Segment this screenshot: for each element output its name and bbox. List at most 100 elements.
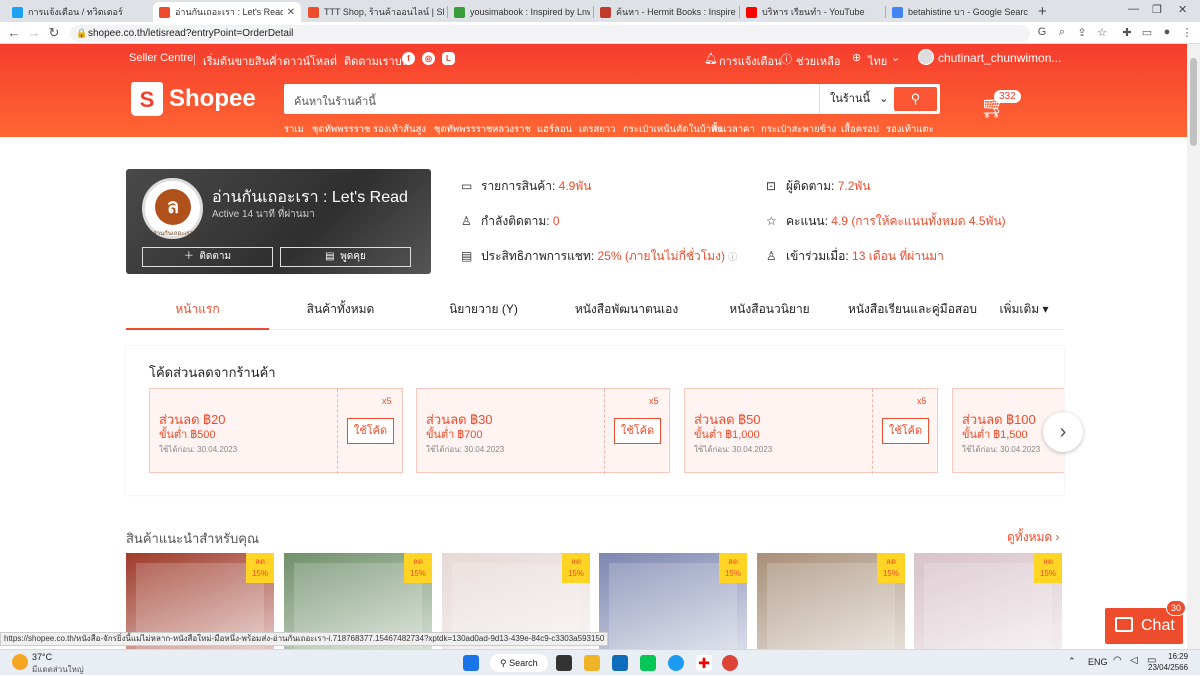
maximize-icon[interactable]: ❐ bbox=[1152, 3, 1162, 16]
browser-tab-yousimabook[interactable]: yousimabook : Inspired by LnwS bbox=[448, 2, 596, 22]
facebook-icon[interactable]: f bbox=[402, 52, 415, 65]
avatar[interactable] bbox=[918, 49, 934, 65]
store-icon: ▭ bbox=[461, 179, 473, 193]
suggestion-link[interactable]: กระเป๋าสะพายข้าง bbox=[761, 122, 836, 137]
shopee-bag-icon: S bbox=[131, 82, 163, 116]
language-selector[interactable]: ไทย bbox=[868, 52, 887, 70]
suggestion-link[interactable]: ลิ้นเวลาคา bbox=[711, 122, 755, 137]
task-view-icon[interactable] bbox=[556, 655, 572, 671]
browser-tab-hermit[interactable]: ค้นหา - Hermit Books : Inspired bbox=[594, 2, 742, 22]
help-icon[interactable]: ⓘ bbox=[781, 51, 792, 67]
edge-icon[interactable] bbox=[668, 655, 684, 671]
volume-icon[interactable]: ◁ bbox=[1130, 655, 1138, 666]
shopee-logo[interactable]: S Shopee bbox=[131, 82, 256, 116]
use-code-button[interactable]: ใช้โค้ด bbox=[882, 418, 929, 444]
clock-time[interactable]: 16:29 bbox=[1168, 652, 1188, 661]
clock-date[interactable]: 23/04/2566 bbox=[1148, 663, 1188, 672]
browser-menu-icon[interactable]: ⋮ bbox=[1180, 26, 1194, 39]
voucher-divider bbox=[337, 389, 338, 474]
suggestion-link[interactable]: รองเท้าแตะ bbox=[886, 122, 934, 137]
suggestion-link[interactable]: ราเม bbox=[284, 122, 304, 137]
suggestion-link[interactable]: ชุดทัพพรรราช bbox=[434, 122, 493, 137]
suggestion-link[interactable]: แฮร์ลอน bbox=[537, 122, 572, 137]
mail-icon[interactable] bbox=[612, 655, 628, 671]
chrome-icon[interactable] bbox=[722, 655, 738, 671]
sidepanel-icon[interactable]: ▭ bbox=[1140, 26, 1154, 39]
share-icon[interactable]: ⇪ bbox=[1075, 26, 1089, 39]
close-tab-icon[interactable]: ✕ bbox=[287, 7, 295, 18]
page-scrollbar[interactable] bbox=[1187, 44, 1200, 649]
tray-chevron-icon[interactable]: ⌃ bbox=[1068, 656, 1076, 667]
browser-tab-youtube[interactable]: บริหาร เรียนทำ - YouTube bbox=[740, 2, 888, 22]
product-card[interactable]: ลด 15% bbox=[757, 553, 905, 649]
search-scope-dropdown[interactable]: ในร้านนี้ ⌄ bbox=[819, 84, 891, 114]
extensions-icon[interactable]: ✚ bbox=[1120, 26, 1134, 39]
browser-tab-google[interactable]: betahistine บา - Google Search bbox=[886, 2, 1034, 22]
use-code-button[interactable]: ใช้โค้ด bbox=[614, 418, 661, 444]
red-cross-app-icon[interactable]: ✚ bbox=[696, 655, 712, 671]
voucher-next-arrow-icon[interactable]: › bbox=[1043, 412, 1083, 452]
reload-icon[interactable]: ↻ bbox=[46, 25, 62, 41]
product-card[interactable]: ลด 15% bbox=[914, 553, 1062, 649]
profile-icon[interactable]: ● bbox=[1160, 26, 1174, 38]
stat-followers: ⊡ ผู้ติดตาม: 7.2พัน bbox=[766, 177, 871, 196]
tab-yaoi-novels[interactable]: นิยายวาย (Y) bbox=[412, 290, 555, 330]
window-close-icon[interactable]: ✕ bbox=[1178, 3, 1187, 16]
suggestion-link[interactable]: เดรสยาว bbox=[579, 122, 616, 137]
zoom-icon[interactable]: ⌕ bbox=[1055, 26, 1069, 39]
globe-icon[interactable]: ⊕ bbox=[852, 51, 861, 64]
suggestion-link[interactable]: ชุดทัพพรรราช bbox=[312, 122, 371, 137]
use-code-button[interactable]: ใช้โค้ด bbox=[347, 418, 394, 444]
file-explorer-icon[interactable] bbox=[584, 655, 600, 671]
browser-tab-shopee-letsread[interactable]: อ่านกันเถอะเรา : Let's Read, ร้านค้าออนไ… bbox=[153, 2, 301, 22]
download-link[interactable]: ดาวน์โหลด bbox=[283, 52, 337, 70]
browser-tab-twitter[interactable]: การแจ้งเตือน / ทวิตเตอร์ bbox=[6, 2, 154, 22]
bookmark-star-icon[interactable]: ☆ bbox=[1095, 26, 1109, 39]
tab-self-help[interactable]: หนังสือพัฒนาตนเอง bbox=[555, 290, 698, 330]
forward-icon[interactable]: → bbox=[26, 25, 42, 41]
taskbar-search[interactable]: ⚲ Search bbox=[490, 654, 548, 672]
chat-shop-button[interactable]: ▤ พูดคุย bbox=[280, 247, 411, 267]
scrollbar-thumb[interactable] bbox=[1190, 58, 1197, 146]
line-app-icon[interactable] bbox=[640, 655, 656, 671]
instagram-icon[interactable]: ◎ bbox=[422, 52, 435, 65]
discount-badge: ลด 15% bbox=[246, 553, 274, 583]
see-all-link[interactable]: ดูทั้งหมด › bbox=[1007, 528, 1060, 547]
new-tab-icon[interactable]: + bbox=[1038, 3, 1047, 20]
stat-label: ประสิทธิภาพการแชท: bbox=[481, 249, 595, 263]
notifications-link[interactable]: การแจ้งเตือน bbox=[719, 52, 782, 70]
tab-more[interactable]: เพิ่มเติม ▾ bbox=[984, 290, 1064, 330]
voucher-expiry: ใช้ได้ก่อน: 30.04.2023 bbox=[962, 445, 1041, 454]
minimize-icon[interactable]: — bbox=[1128, 3, 1139, 15]
line-icon[interactable]: L bbox=[442, 52, 455, 65]
seller-centre-link[interactable]: Seller Centre bbox=[129, 52, 193, 64]
suggestion-link[interactable]: กระเป๋าเหน้นคัดในบ้าทั่ง bbox=[623, 122, 722, 137]
input-language[interactable]: ENG bbox=[1088, 657, 1108, 667]
start-selling-link[interactable]: เริ่มต้นขายสินค้า bbox=[203, 52, 283, 70]
help-link[interactable]: ช่วยเหลือ bbox=[796, 52, 840, 70]
search-input[interactable]: ค้นหาในร้านค้านี้ bbox=[294, 92, 376, 110]
tab-all-products[interactable]: สินค้าทั้งหมด bbox=[269, 290, 412, 330]
notifications-bell-icon[interactable]: 🔔︎ bbox=[704, 52, 718, 65]
browser-tab-ttt-shop[interactable]: TTT Shop, ร้านค้าออนไลน์ | Shopee bbox=[302, 2, 450, 22]
windows-start-icon[interactable] bbox=[463, 655, 479, 671]
tab-textbooks[interactable]: หนังสือเรียนและคู่มือสอบ bbox=[841, 290, 984, 330]
wifi-icon[interactable]: ◠ bbox=[1113, 655, 1122, 666]
voucher-minimum: ขั้นต่ำ ฿500 bbox=[159, 429, 216, 441]
tab-novels[interactable]: หนังสือนวนิยาย bbox=[698, 290, 841, 330]
info-icon[interactable]: ⓘ bbox=[728, 252, 737, 262]
suggestion-link[interactable]: เสื้อครอป bbox=[841, 122, 879, 137]
search-button[interactable]: ⚲ bbox=[894, 87, 937, 111]
tab-home[interactable]: หน้าแรก bbox=[126, 290, 269, 330]
follow-button[interactable]: ＋ ติดตาม bbox=[142, 247, 273, 267]
suggestion-link[interactable]: หลวงราช bbox=[492, 122, 531, 137]
google-lens-icon[interactable]: G bbox=[1035, 26, 1049, 38]
suggestion-link[interactable]: รองเท้าส้นสูง bbox=[373, 122, 426, 137]
site-icon bbox=[454, 6, 465, 18]
username[interactable]: chutinart_chunwimon... bbox=[938, 51, 1061, 65]
chat-icon bbox=[1115, 617, 1133, 632]
url-bar[interactable]: 🔒 shopee.co.th/letisread?entryPoint=Order… bbox=[70, 25, 1030, 42]
back-icon[interactable]: ← bbox=[6, 25, 22, 41]
weather-icon[interactable] bbox=[12, 654, 28, 670]
product-card[interactable]: ลด 15% bbox=[599, 553, 747, 649]
